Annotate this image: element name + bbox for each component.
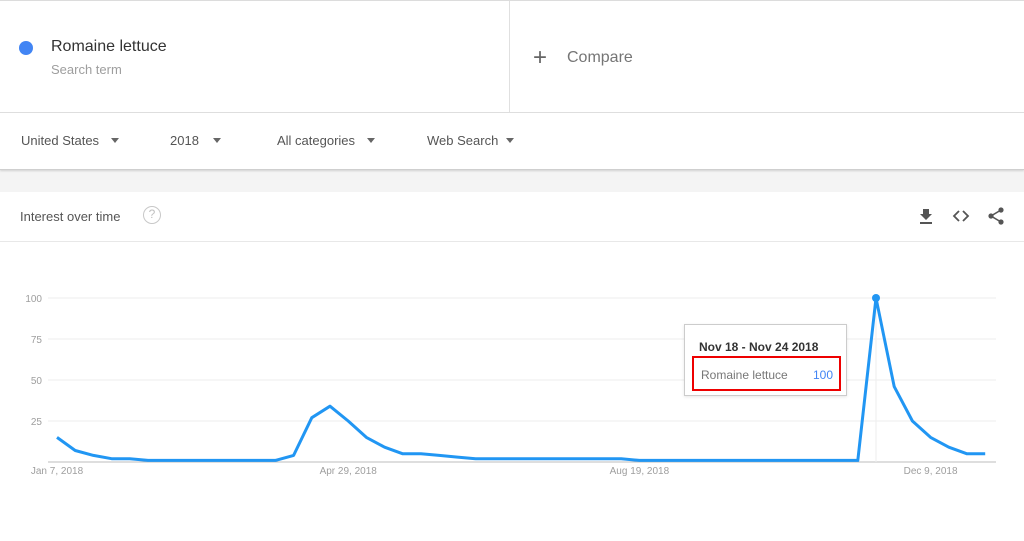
embed-code-icon[interactable]: [951, 206, 971, 226]
tooltip-value: 100: [812, 368, 833, 382]
tooltip-highlight-box: Romaine lettuce 100: [692, 356, 841, 391]
share-icon[interactable]: [986, 206, 1006, 226]
term-color-dot: [19, 41, 33, 55]
download-icon[interactable]: [916, 206, 936, 226]
filter-category[interactable]: All categories: [277, 133, 376, 148]
filter-bar: United States 2018 All categories Web Se…: [0, 113, 1024, 170]
search-term-card[interactable]: Romaine lettuce Search term: [0, 1, 510, 113]
filter-search-type[interactable]: Web Search: [427, 133, 515, 148]
card-title: Interest over time: [20, 209, 121, 224]
help-circle-icon[interactable]: ?: [143, 206, 161, 224]
chart-tooltip: Nov 18 - Nov 24 2018 Romaine lettuce 100: [684, 324, 847, 396]
tooltip-term: Romaine lettuce: [701, 368, 788, 382]
search-term-name[interactable]: Romaine lettuce: [51, 38, 167, 56]
compare-label: Compare: [567, 49, 633, 66]
card-divider: [0, 241, 1024, 242]
compare-button[interactable]: + Compare: [533, 46, 633, 70]
filter-time-label: 2018: [170, 133, 199, 148]
filter-region[interactable]: United States: [21, 133, 120, 148]
interest-over-time-card: Interest over time ?: [0, 192, 1024, 541]
caret-down-icon: [506, 138, 515, 143]
tooltip-date: Nov 18 - Nov 24 2018: [699, 340, 819, 354]
plus-icon: +: [533, 44, 548, 71]
search-term-subtitle: Search term: [51, 62, 122, 77]
filter-search-type-label: Web Search: [427, 133, 499, 148]
caret-down-icon: [212, 138, 221, 143]
filter-category-label: All categories: [277, 133, 356, 148]
filter-region-label: United States: [21, 133, 100, 148]
caret-down-icon: [111, 138, 120, 143]
search-terms-bar: Romaine lettuce Search term + Compare: [0, 0, 1024, 113]
filter-time-range[interactable]: 2018: [170, 133, 221, 148]
caret-down-icon: [367, 138, 376, 143]
